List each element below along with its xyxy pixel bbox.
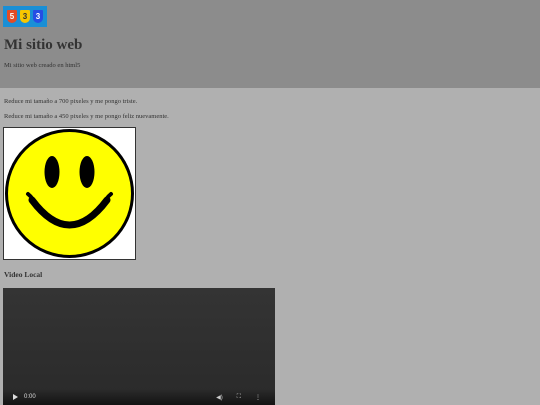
css3-shield-icon: 3 xyxy=(33,10,43,23)
video-section-title: Video Local xyxy=(4,270,43,279)
site-title: Mi sitio web xyxy=(4,37,83,53)
js-shield-icon: 3 xyxy=(20,10,30,23)
fullscreen-icon[interactable]: ⛶ xyxy=(237,394,241,401)
video-controls: 0:00 ◀) ⛶ ⋮ xyxy=(3,389,275,405)
smiley-image xyxy=(3,127,136,260)
resize-text-happy: Reduce mi tamaño a 450 pixeles y me pong… xyxy=(4,113,169,120)
video-player[interactable]: 0:00 ◀) ⛶ ⋮ xyxy=(3,288,275,405)
volume-icon[interactable]: ◀) xyxy=(216,394,223,401)
html5-css3-logo: 5 3 3 xyxy=(3,6,47,27)
smiley-face-icon xyxy=(5,129,134,258)
more-options-icon[interactable]: ⋮ xyxy=(255,394,261,401)
html5-shield-icon: 5 xyxy=(7,10,17,23)
video-time: 0:00 xyxy=(24,394,36,400)
page: 5 3 3 Mi sitio web Mi sitio web creado e… xyxy=(0,0,540,405)
site-header: 5 3 3 Mi sitio web Mi sitio web creado e… xyxy=(0,0,540,88)
resize-text-sad: Reduce mi tamaño a 700 pixeles y me pong… xyxy=(4,98,138,105)
site-subtitle: Mi sitio web creado en html5 xyxy=(4,62,81,69)
play-icon[interactable] xyxy=(13,394,18,400)
